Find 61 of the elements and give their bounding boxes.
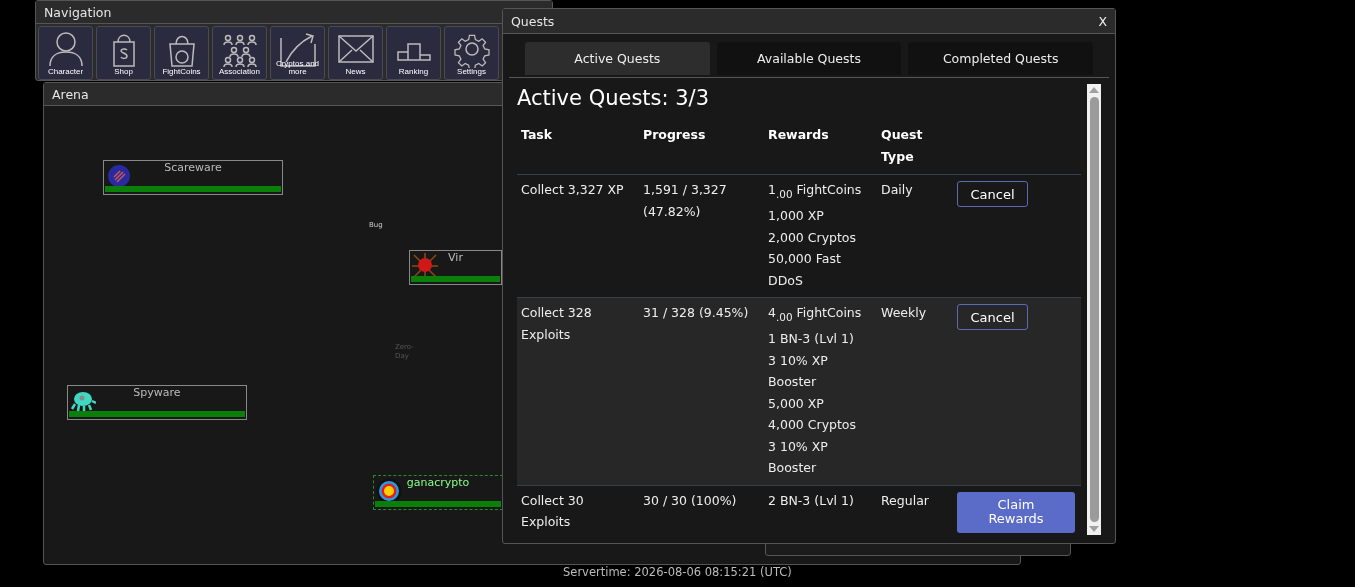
reward-text: 4$_{.00}$ FightCoins: [767, 304, 863, 325]
section-heading: Active Quests: 3/3: [517, 85, 711, 112]
table-cell-text: Collect 30 Exploits: [520, 491, 585, 531]
window-title: Navigation: [44, 4, 112, 20]
nav-button[interactable]: News: [328, 26, 383, 80]
nav-button[interactable]: Settings: [444, 26, 499, 80]
nav-button[interactable]: Ranking: [386, 26, 441, 80]
envelope-icon: [338, 35, 374, 63]
column-header: Rewards: [767, 126, 830, 144]
dialog-title: Quests: [511, 13, 555, 29]
column-header: Task: [520, 126, 554, 144]
table-cell-text: Weekly: [880, 304, 928, 322]
reward-text: 50,000 Fast DDoS: [767, 250, 842, 290]
target-icon: [376, 478, 402, 504]
enemy-node[interactable]: Vir: [409, 250, 502, 285]
reward-text: 2,000 Cryptos: [767, 228, 858, 247]
table-cell-text: 30 / 30 (100%): [642, 491, 738, 510]
reward-text: 2 BN-3 (Lvl 1): [767, 491, 855, 510]
cancel-button[interactable]: Cancel: [957, 181, 1028, 207]
reward-text: 5,000 XP: [767, 394, 825, 413]
column-header: Quest Type: [880, 126, 924, 166]
enemy-node[interactable]: Scareware: [103, 160, 283, 195]
table-cell-text: Regular: [880, 491, 930, 510]
gear-icon: [454, 34, 490, 68]
reward-text: 1,000 XP: [767, 207, 825, 225]
spiky-ball-icon: [412, 253, 438, 279]
nav-button[interactable]: FightCoins: [154, 26, 209, 80]
reward-text: 1$_{.00}$ FightCoins: [767, 181, 863, 202]
reward-text: 4,000 Cryptos: [767, 416, 858, 434]
table-cell-text: Collect 328 Exploits: [520, 304, 593, 344]
table-cell-text: 31 / 328 (9.45%): [642, 304, 750, 322]
reward-text: 3 10% XP Booster: [767, 351, 829, 391]
scroll-down-icon: [1089, 526, 1099, 532]
shopping-bag-icon: [113, 34, 135, 67]
podium-icon: [397, 43, 431, 61]
enemy-node[interactable]: Spyware: [67, 385, 247, 420]
nav-button[interactable]: Character: [38, 26, 93, 80]
table-cell-text: Daily: [880, 181, 914, 199]
coin-bag-icon: [169, 35, 195, 67]
window-title: Arena: [52, 86, 89, 102]
table-cell-text: 1,591 / 3,327 (47.82%): [642, 181, 728, 221]
player-node[interactable]: ganacrypto: [373, 475, 503, 510]
column-header: Progress: [642, 126, 707, 144]
server-time: Servertime: 2026-08-06 08:15:21 (UTC): [563, 565, 792, 579]
person-icon: [49, 32, 83, 67]
tab[interactable]: Completed Quests: [908, 42, 1093, 75]
reward-text: 1 BN-3 (Lvl 1): [767, 330, 855, 348]
nav-button[interactable]: Association: [212, 26, 267, 80]
tab[interactable]: Available Quests: [716, 42, 902, 75]
tab[interactable]: Active Quests: [525, 42, 710, 75]
group-icon: [223, 34, 257, 68]
cancel-button[interactable]: Cancel: [957, 304, 1028, 330]
tentacle-blob-icon: [70, 392, 96, 413]
scroll-up-icon: [1089, 87, 1099, 93]
striped-blob-icon: [108, 165, 130, 187]
nav-button[interactable]: Shop: [96, 26, 151, 80]
table-cell-text: Collect 3,327 XP: [520, 181, 625, 199]
close-button[interactable]: X: [1098, 13, 1107, 29]
claim-rewards-button[interactable]: Claim Rewards: [957, 491, 1075, 533]
scrollbar[interactable]: [1087, 84, 1101, 535]
reward-text: 3 10% XP Booster: [767, 437, 829, 477]
